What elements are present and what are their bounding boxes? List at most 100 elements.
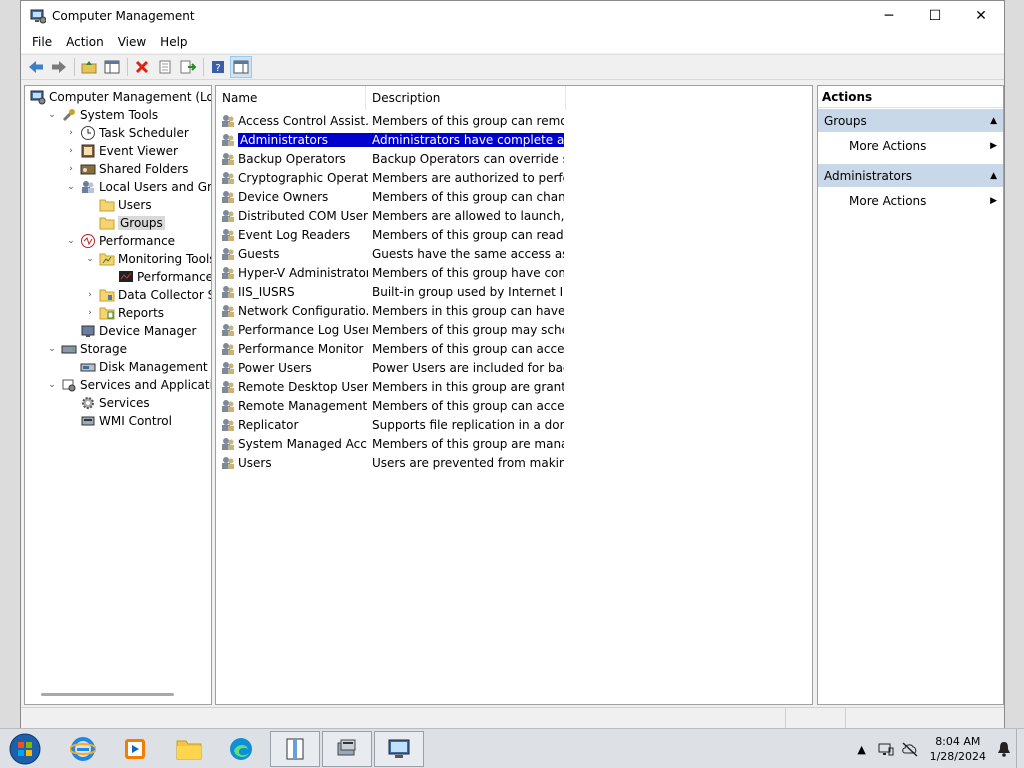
tree-item-system-tools[interactable]: ⌄ System Tools	[46, 106, 158, 124]
tree-item-label: Performance	[99, 234, 176, 248]
expanded-chevron-icon[interactable]: ⌄	[65, 182, 77, 192]
back-icon[interactable]	[25, 56, 47, 78]
group-row[interactable]: Performance Monitor ... Members of this g…	[220, 339, 564, 358]
groups-list-pane[interactable]: Name Description Access Control Assist..…	[215, 85, 813, 705]
start-button[interactable]	[6, 731, 44, 767]
group-icon	[220, 284, 236, 300]
forward-icon[interactable]	[48, 56, 70, 78]
show-desktop-button[interactable]	[1016, 729, 1024, 768]
edge-icon[interactable]	[216, 731, 266, 767]
notification-bell-icon[interactable]	[994, 739, 1014, 759]
tree-horizontal-scrollbar[interactable]	[41, 693, 174, 696]
group-description: Administrators have complete an...	[368, 132, 564, 147]
group-name: Distributed COM Users	[238, 208, 368, 223]
group-row[interactable]: Device Owners Members of this group can c…	[220, 187, 564, 206]
tree-item-services-and-applications[interactable]: ⌄ Services and Applications	[46, 376, 211, 394]
help-icon[interactable]: ?	[207, 56, 229, 78]
tree-item-local-users-and-groups[interactable]: ⌄ Local Users and Groups	[65, 178, 211, 196]
group-row[interactable]: System Managed Acc... Members of this gro…	[220, 434, 564, 453]
tree-item-performance[interactable]: ⌄ Performance	[65, 232, 175, 250]
internet-explorer-icon[interactable]	[58, 731, 108, 767]
computer-management-taskbar-icon[interactable]	[374, 731, 424, 767]
expanded-chevron-icon[interactable]: ⌄	[46, 110, 58, 120]
group-row[interactable]: Remote Management... Members of this grou…	[220, 396, 564, 415]
collapsed-chevron-icon[interactable]: ›	[84, 290, 96, 300]
group-row[interactable]: Hyper-V Administrators Members of this gr…	[220, 263, 564, 282]
collapse-caret-icon[interactable]: ▲	[990, 116, 997, 126]
show-hidden-icons-icon[interactable]: ▲	[852, 739, 872, 759]
group-row[interactable]: Guests Guests have the same access as m..…	[220, 244, 564, 263]
more-actions-administrators[interactable]: More Actions ▶	[818, 189, 1003, 213]
expanded-chevron-icon[interactable]: ⌄	[65, 236, 77, 246]
group-row[interactable]: IIS_IUSRS Built-in group used by Internet…	[220, 282, 564, 301]
group-row[interactable]: Network Configuratio... Members in this g…	[220, 301, 564, 320]
tree-item-device-manager[interactable]: Device Manager	[65, 322, 196, 340]
clock[interactable]: 8:04 AM 1/28/2024	[930, 734, 986, 764]
tree-item-wmi-control[interactable]: WMI Control	[65, 412, 172, 430]
delete-icon[interactable]	[131, 56, 153, 78]
file-explorer-icon[interactable]	[164, 731, 214, 767]
notepad-icon[interactable]	[270, 731, 320, 767]
close-button[interactable]: ✕	[958, 1, 1004, 31]
tree-item-event-viewer[interactable]: › Event Viewer	[65, 142, 178, 160]
menu-view[interactable]: View	[111, 35, 153, 49]
tree-item-reports[interactable]: › Reports	[84, 304, 164, 322]
export-list-icon[interactable]	[177, 56, 199, 78]
tree-item-shared-folders[interactable]: › Shared Folders	[65, 160, 188, 178]
console-tree-pane[interactable]: Computer Management (Local⌄System Tools›…	[24, 85, 212, 705]
clock-icon	[80, 125, 96, 141]
collapsed-chevron-icon[interactable]: ›	[65, 164, 77, 174]
tree-item-performance-mc[interactable]: Performance Mc	[103, 268, 211, 286]
column-header-name[interactable]: Name	[216, 86, 366, 110]
tree-item-storage[interactable]: ⌄ Storage	[46, 340, 127, 358]
expanded-chevron-icon[interactable]: ⌄	[46, 380, 58, 390]
collapsed-chevron-icon[interactable]: ›	[65, 128, 77, 138]
group-description: Users are prevented from making ...	[372, 455, 564, 470]
tree-item-services[interactable]: Services	[65, 394, 150, 412]
server-manager-icon[interactable]	[322, 731, 372, 767]
maximize-button[interactable]: ☐	[912, 1, 958, 31]
collapse-caret-icon[interactable]: ▲	[990, 171, 997, 181]
menu-action[interactable]: Action	[59, 35, 111, 49]
group-row[interactable]: Access Control Assist... Members of this …	[220, 111, 564, 130]
expanded-chevron-icon[interactable]: ⌄	[84, 254, 96, 264]
tree-item-task-scheduler[interactable]: › Task Scheduler	[65, 124, 189, 142]
group-row[interactable]: Users Users are prevented from making ...	[220, 453, 564, 472]
show-action-pane-icon[interactable]	[230, 56, 252, 78]
toolbar: ?	[21, 54, 1004, 80]
menu-help[interactable]: Help	[153, 35, 194, 49]
group-row[interactable]: Remote Desktop Users Members in this grou…	[220, 377, 564, 396]
tree-item-users[interactable]: Users	[84, 196, 152, 214]
up-folder-icon[interactable]	[78, 56, 100, 78]
media-player-icon[interactable]	[110, 731, 160, 767]
group-row[interactable]: Power Users Power Users are included for …	[220, 358, 564, 377]
network-icon[interactable]	[876, 739, 896, 759]
group-row[interactable]: Replicator Supports file replication in a…	[220, 415, 564, 434]
title-bar[interactable]: Computer Management ─ ☐ ✕	[21, 1, 1004, 31]
tree-item-groups[interactable]: Groups	[84, 214, 165, 232]
group-row[interactable]: Performance Log Users Members of this gro…	[220, 320, 564, 339]
group-row[interactable]: Backup Operators Backup Operators can ove…	[220, 149, 564, 168]
group-row[interactable]: Administrators Administrators have comple…	[220, 130, 564, 149]
actions-section-groups[interactable]: Groups ▲	[818, 109, 1003, 132]
tree-item-computer-management-local[interactable]: Computer Management (Local	[27, 88, 211, 106]
expanded-chevron-icon[interactable]: ⌄	[46, 344, 58, 354]
tree-item-data-collector-sets[interactable]: › Data Collector Sets	[84, 286, 211, 304]
menu-file[interactable]: File	[25, 35, 59, 49]
show-hide-console-tree-icon[interactable]	[101, 56, 123, 78]
minimize-button[interactable]: ─	[866, 1, 912, 31]
group-icon	[220, 322, 236, 338]
group-row[interactable]: Event Log Readers Members of this group c…	[220, 225, 564, 244]
onedrive-offline-icon[interactable]	[900, 739, 920, 759]
collapsed-chevron-icon[interactable]: ›	[65, 146, 77, 156]
actions-section-administrators[interactable]: Administrators ▲	[818, 164, 1003, 187]
section-label: Groups	[824, 113, 867, 128]
properties-icon[interactable]	[154, 56, 176, 78]
column-header-description[interactable]: Description	[366, 86, 566, 110]
collapsed-chevron-icon[interactable]: ›	[84, 308, 96, 318]
tree-item-disk-management[interactable]: Disk Management	[65, 358, 208, 376]
tree-item-monitoring-tools[interactable]: ⌄ Monitoring Tools	[84, 250, 211, 268]
more-actions-groups[interactable]: More Actions ▶	[818, 134, 1003, 158]
group-row[interactable]: Cryptographic Operat... Members are autho…	[220, 168, 564, 187]
group-row[interactable]: Distributed COM Users Members are allowed…	[220, 206, 564, 225]
